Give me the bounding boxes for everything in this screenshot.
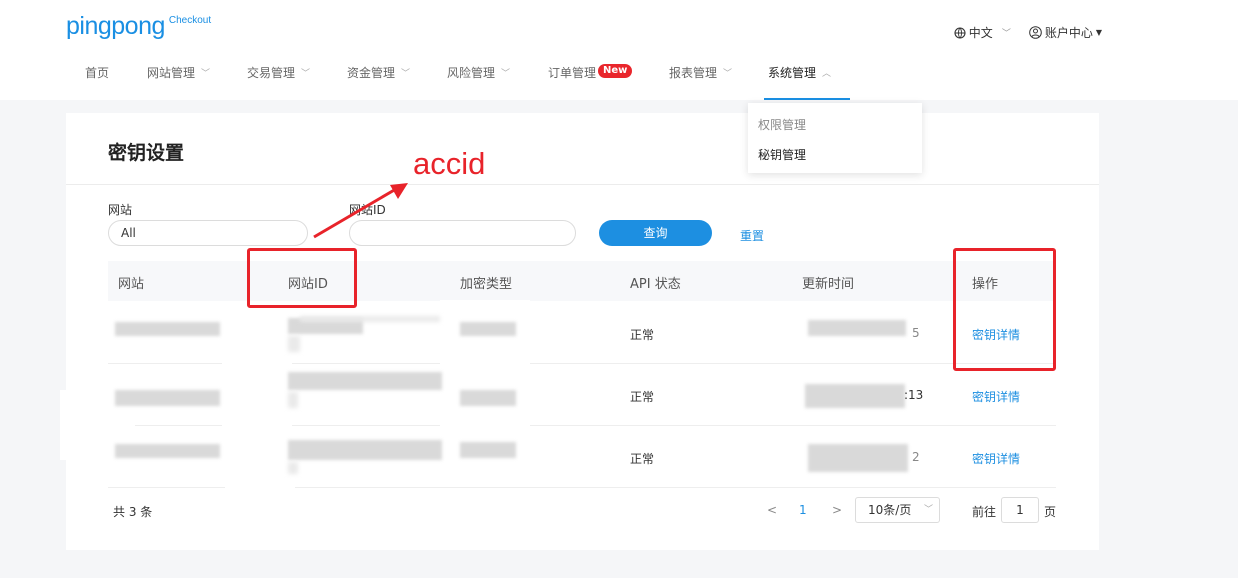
- chevron-down-icon: ﹀: [501, 69, 511, 79]
- api-status: 正常: [630, 328, 655, 342]
- menu-item-key-management[interactable]: 秘钥管理: [758, 146, 806, 163]
- key-detail-link[interactable]: 密钥详情: [972, 450, 1020, 467]
- new-badge: New: [598, 64, 633, 78]
- redacted-time: [808, 444, 908, 472]
- nav-item-system[interactable]: 系统管理 ︿: [764, 62, 850, 100]
- menu-item-permission[interactable]: 权限管理: [758, 116, 806, 133]
- query-button[interactable]: 查询: [599, 220, 712, 246]
- user-icon: [1029, 26, 1042, 39]
- page-unit-label: 页: [1044, 505, 1057, 519]
- redacted-encryption: [460, 390, 516, 406]
- nav-item-transaction[interactable]: 交易管理 ﹀: [247, 62, 347, 100]
- nav-label: 资金管理: [347, 66, 396, 80]
- redacted-time: [805, 384, 905, 408]
- redacted-siteid: [288, 462, 298, 474]
- annotation-label: accid: [413, 146, 486, 181]
- column-header-api-status: API 状态: [630, 277, 681, 292]
- redacted-siteid: [300, 316, 440, 322]
- nav-label: 首页: [85, 66, 110, 80]
- update-time-tail: :13: [904, 388, 924, 402]
- nav-item-report[interactable]: 报表管理 ﹀: [669, 62, 768, 100]
- reset-button[interactable]: 重置: [740, 227, 764, 244]
- site-select-value: All: [121, 226, 136, 240]
- nav-item-site[interactable]: 网站管理 ﹀: [147, 62, 247, 100]
- globe-icon: [954, 26, 966, 39]
- logo-main-text: pingpong: [66, 12, 165, 40]
- column-header-update-time: 更新时间: [802, 277, 855, 292]
- key-detail-link[interactable]: 密钥详情: [972, 388, 1020, 405]
- page-number-current[interactable]: 1: [799, 503, 807, 517]
- header-right: 中文 ﹀ 账户中心 ▼: [954, 24, 1102, 41]
- nav-item-home[interactable]: 首页: [85, 62, 147, 100]
- logo-sub-text: Checkout: [168, 15, 212, 26]
- nav-item-order[interactable]: 订单管理 New: [548, 62, 669, 100]
- chevron-down-icon: ﹀: [401, 69, 411, 79]
- redaction-overlay: [222, 318, 292, 438]
- nav-label: 风险管理: [447, 66, 496, 80]
- total-count: 共 3 条: [113, 505, 153, 519]
- redacted-encryption: [460, 322, 516, 336]
- goto-label: 前往: [972, 505, 997, 519]
- chevron-down-icon: ﹀: [301, 69, 311, 79]
- language-switcher[interactable]: 中文 ﹀: [954, 24, 1011, 41]
- redacted-time: [808, 320, 906, 336]
- goto-page-input[interactable]: 1: [1001, 497, 1039, 523]
- nav-item-fund[interactable]: 资金管理 ﹀: [347, 62, 447, 100]
- nav-label: 订单管理: [548, 66, 597, 80]
- site-select[interactable]: All: [108, 220, 308, 246]
- annotation-arrow-icon: [313, 183, 408, 239]
- page-title: 密钥设置: [108, 142, 185, 164]
- site-filter-label: 网站: [108, 203, 133, 217]
- logo[interactable]: pingpong Checkout: [66, 12, 211, 40]
- redacted-site: [115, 390, 220, 406]
- nav-label: 网站管理: [147, 66, 196, 80]
- update-time-tail: 2: [912, 450, 920, 464]
- update-time-tail: 5: [912, 326, 920, 340]
- redacted-siteid: [288, 372, 442, 390]
- main-nav: 首页 网站管理 ﹀ 交易管理 ﹀ 资金管理 ﹀ 风险管理 ﹀ 订单管理 New 报表管理 ﹀…: [85, 62, 850, 100]
- account-label: 账户中心: [1044, 26, 1093, 40]
- nav-label: 交易管理: [247, 66, 296, 80]
- caret-down-icon: ▼: [1095, 28, 1102, 37]
- prev-page-button[interactable]: <: [767, 503, 777, 517]
- column-header-encryption: 加密类型: [460, 277, 513, 292]
- column-header-site: 网站: [118, 277, 145, 292]
- api-status: 正常: [630, 452, 655, 466]
- chevron-down-icon: ﹀: [723, 69, 733, 79]
- highlight-box-action: [953, 248, 1056, 371]
- chevron-down-icon: ﹀: [201, 69, 211, 79]
- title-divider: [66, 184, 1099, 185]
- system-dropdown-menu: 权限管理 秘钥管理: [748, 103, 922, 173]
- redacted-site: [115, 444, 220, 458]
- next-page-button[interactable]: >: [832, 503, 842, 517]
- redacted-encryption: [460, 442, 516, 458]
- nav-item-risk[interactable]: 风险管理 ﹀: [447, 62, 548, 100]
- content-card: [66, 113, 1099, 550]
- language-label: 中文: [968, 26, 993, 40]
- api-status: 正常: [630, 390, 655, 404]
- chevron-up-icon: ︿: [822, 69, 832, 79]
- chevron-down-icon: ﹀: [923, 505, 933, 515]
- redacted-siteid: [288, 336, 300, 352]
- nav-label: 报表管理: [669, 66, 718, 80]
- account-menu[interactable]: 账户中心 ▼: [1029, 24, 1102, 41]
- highlight-box-siteid: [247, 248, 357, 308]
- redacted-siteid: [288, 440, 442, 460]
- redacted-site: [115, 322, 220, 336]
- chevron-down-icon: ﹀: [1001, 29, 1011, 39]
- page-size-value: 10条/页: [868, 503, 912, 517]
- page-size-select[interactable]: 10条/页 ﹀: [855, 497, 940, 523]
- redacted-siteid: [288, 392, 298, 408]
- redaction-overlay: [225, 438, 295, 488]
- nav-label: 系统管理: [768, 66, 817, 80]
